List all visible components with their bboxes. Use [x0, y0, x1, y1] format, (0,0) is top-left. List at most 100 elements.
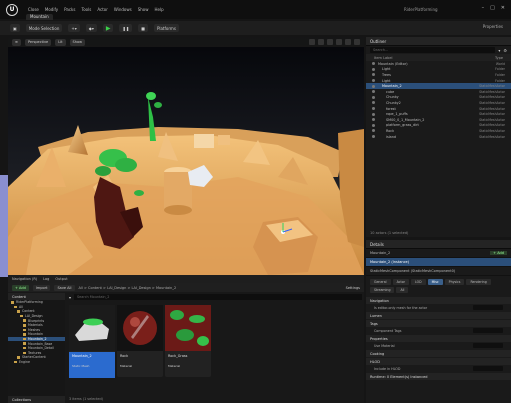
- breadcrumb[interactable]: All > Content > LAI_Design > LAI_Design …: [79, 286, 177, 290]
- angle-snap-icon[interactable]: [345, 39, 351, 45]
- visibility-icon[interactable]: [372, 123, 375, 127]
- details-filter-chip[interactable]: Streaming: [370, 287, 395, 293]
- visibility-icon[interactable]: [372, 67, 375, 71]
- visibility-icon[interactable]: [372, 112, 375, 116]
- visibility-icon[interactable]: [372, 118, 375, 122]
- asset-tile[interactable]: Rock_Grass Material: [165, 305, 211, 377]
- folder-tree: Content RiderPlatforming All Content LAI_De…: [8, 293, 65, 403]
- maximize-icon[interactable]: □: [490, 5, 495, 11]
- component-sub-row[interactable]: StaticMeshComponent (StaticMeshComponent…: [366, 267, 511, 276]
- menu-item[interactable]: Packs: [64, 7, 75, 12]
- folder-tree-item[interactable]: Engine: [8, 360, 65, 365]
- details-section-header[interactable]: Cooking: [366, 350, 511, 357]
- grid-snap-icon[interactable]: [336, 39, 342, 45]
- outliner-row-label: SM00_0_1_Mountain_2: [386, 117, 425, 122]
- visibility-icon[interactable]: [372, 107, 375, 111]
- bottom-tab[interactable]: Output: [55, 277, 67, 281]
- outliner-search-input[interactable]: Search...: [370, 47, 496, 53]
- viewport-toolbar: ≡ Perspective Lit Show: [8, 37, 364, 47]
- settings-button[interactable]: Settings: [346, 286, 360, 290]
- details-filter-chip[interactable]: General: [370, 279, 391, 285]
- asset-tile[interactable]: Rock Material: [117, 305, 163, 377]
- details-section-header[interactable]: Tags: [366, 320, 511, 327]
- level-viewport[interactable]: ≡ Perspective Lit Show: [8, 37, 364, 275]
- outliner-row[interactable]: island StaticMeshActor: [366, 134, 511, 140]
- camera-speed-icon[interactable]: [354, 39, 360, 45]
- details-section-header[interactable]: Navigation: [366, 297, 511, 304]
- outliner-row-label: rope_1_puffs: [386, 112, 408, 117]
- details-section-header[interactable]: Properties: [366, 335, 511, 342]
- folder-label: Materials: [28, 323, 43, 328]
- outliner-row-type: StaticMeshActor: [479, 106, 505, 111]
- column-label[interactable]: Item Label: [374, 56, 393, 60]
- details-filter-chip[interactable]: Rendering: [466, 279, 491, 285]
- details-filter-chip[interactable]: Misc: [427, 279, 443, 285]
- details-section-header[interactable]: Runtime: 0 Element(s) Instanced: [366, 373, 511, 380]
- mode-select-button[interactable]: Mode Selection: [25, 24, 63, 32]
- menu-item[interactable]: Show: [138, 7, 149, 12]
- asset-thumbnail: [165, 305, 211, 351]
- blueprint-button[interactable]: ◆▾: [85, 24, 97, 32]
- viewport-menu-button[interactable]: ≡: [12, 38, 21, 46]
- visibility-icon[interactable]: [372, 90, 375, 94]
- close-icon[interactable]: ✕: [501, 5, 505, 11]
- details-filter-chip[interactable]: Actor: [392, 279, 409, 285]
- component-row[interactable]: Mountain_2 (Instance): [366, 258, 511, 267]
- column-type[interactable]: Type: [495, 56, 503, 60]
- property-value-field[interactable]: [473, 305, 503, 310]
- visibility-icon[interactable]: [372, 101, 375, 105]
- visibility-icon[interactable]: [372, 135, 375, 139]
- scale-icon[interactable]: [327, 39, 333, 45]
- outliner-row-type: Folder: [495, 78, 505, 83]
- translate-icon[interactable]: [309, 39, 315, 45]
- settings-gear-icon[interactable]: ⚙: [503, 48, 507, 53]
- show-button[interactable]: Show: [69, 38, 85, 46]
- bottom-tab[interactable]: Navigation (R): [12, 277, 37, 281]
- folder-icon: [20, 314, 23, 318]
- lit-button[interactable]: Lit: [55, 38, 66, 46]
- visibility-icon[interactable]: [372, 62, 375, 66]
- menu-item[interactable]: Modify: [45, 7, 58, 12]
- menu-item[interactable]: Help: [155, 7, 164, 12]
- property-value-field[interactable]: [473, 366, 503, 371]
- menu-item[interactable]: Tools: [81, 7, 91, 12]
- details-filter-chip[interactable]: All: [396, 287, 409, 293]
- visibility-icon[interactable]: [372, 73, 375, 77]
- collections-header[interactable]: Collections: [8, 396, 65, 403]
- property-value-field[interactable]: [473, 328, 503, 333]
- visibility-icon[interactable]: [372, 95, 375, 99]
- asset-search-input[interactable]: Search Mountain_2: [74, 294, 362, 300]
- asset-tile[interactable]: Mountain_2 Static Mesh: [69, 305, 115, 378]
- import-button[interactable]: Import: [32, 284, 51, 291]
- menu-item[interactable]: Windows: [114, 7, 132, 12]
- menu-item[interactable]: Close: [28, 7, 39, 12]
- platforms-button[interactable]: Platforms: [153, 24, 179, 32]
- minimize-icon[interactable]: –: [482, 5, 485, 11]
- add-component-button[interactable]: + Add: [490, 251, 507, 255]
- engine-logo-icon[interactable]: U: [6, 3, 18, 16]
- save-all-button[interactable]: Save All: [54, 284, 75, 291]
- details-filter-chip[interactable]: LOD: [410, 279, 426, 285]
- play-icon[interactable]: ▶: [102, 24, 114, 32]
- visibility-icon[interactable]: [372, 84, 375, 88]
- filter-icon[interactable]: ▾: [498, 48, 500, 53]
- add-button[interactable]: + Add: [12, 284, 29, 291]
- level-tab[interactable]: Mountain: [26, 14, 53, 20]
- visibility-icon[interactable]: [372, 79, 375, 83]
- rotate-icon[interactable]: [318, 39, 324, 45]
- details-filter-chip[interactable]: Physics: [444, 279, 465, 285]
- bottom-tab[interactable]: Log: [43, 277, 49, 281]
- actor-name[interactable]: Mountain_2: [370, 251, 390, 255]
- visibility-icon[interactable]: [372, 129, 375, 133]
- add-actor-button[interactable]: +▾: [68, 24, 80, 32]
- perspective-button[interactable]: Perspective: [24, 38, 52, 46]
- save-icon[interactable]: ▣: [10, 24, 20, 32]
- pause-icon[interactable]: ❚❚: [119, 24, 133, 32]
- details-section-header[interactable]: HLOD: [366, 358, 511, 365]
- stop-icon[interactable]: ■: [138, 24, 148, 32]
- details-section-header[interactable]: Lumen: [366, 312, 511, 319]
- filter-icon[interactable]: ▾: [69, 295, 71, 300]
- property-value-field[interactable]: [473, 343, 503, 348]
- menu-item[interactable]: Actor: [97, 7, 108, 12]
- settings-button[interactable]: Properties: [483, 24, 503, 29]
